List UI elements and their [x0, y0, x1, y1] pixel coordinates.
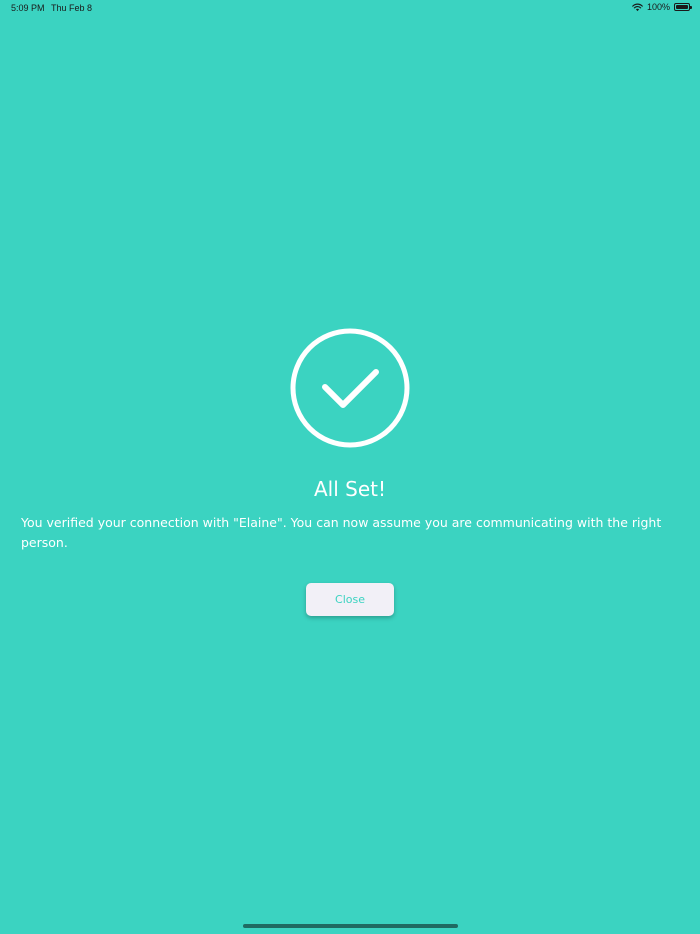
close-button[interactable]: Close — [306, 583, 394, 616]
status-time: 5:09 PM — [11, 3, 45, 13]
status-date: Thu Feb 8 — [51, 3, 93, 13]
status-indicators: 100% — [632, 2, 692, 12]
status-bar: 5:09 PM Thu Feb 8 100% — [0, 0, 700, 18]
page-title: All Set! — [313, 477, 386, 501]
home-indicator[interactable] — [243, 924, 458, 928]
checkmark-circle-icon — [290, 328, 410, 448]
battery-icon — [674, 3, 692, 11]
verification-message: You verified your connection with "Elain… — [21, 515, 662, 550]
wifi-icon — [632, 3, 643, 11]
battery-percentage: 100% — [646, 2, 670, 12]
